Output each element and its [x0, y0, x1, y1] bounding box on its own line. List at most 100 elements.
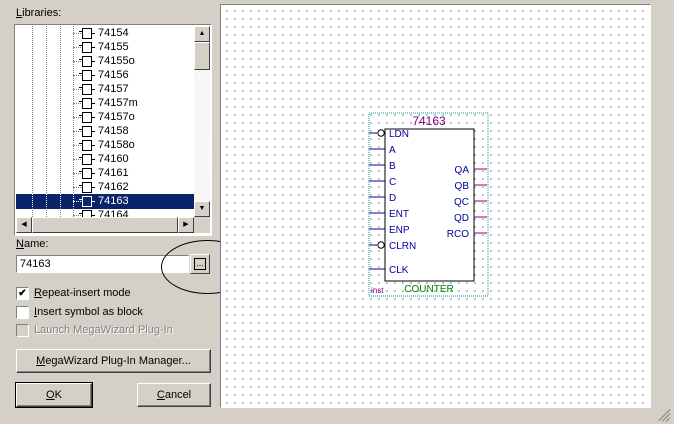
library-item[interactable]: 74160 [16, 152, 194, 167]
tree-guide-line [46, 68, 47, 83]
inversion-bubble [377, 129, 385, 137]
library-item[interactable]: 74161 [16, 166, 194, 181]
library-tree[interactable]: 74154 74155 74155o 74156 74157 74157m 74157o 74… [14, 24, 212, 236]
tree-guide-line [32, 152, 33, 167]
tree-guide-line [32, 166, 33, 181]
tree-branch-line [73, 201, 81, 202]
library-item-label: 74157m [98, 97, 138, 109]
tree-branch-line [73, 75, 81, 76]
symbol-icon [79, 70, 95, 81]
library-item[interactable]: 74164 [16, 208, 194, 217]
scroll-right-arrow-icon[interactable]: ▶ [178, 217, 194, 233]
tree-branch-line [73, 117, 81, 118]
tree-branch-line [73, 215, 81, 216]
library-item[interactable]: 74157m [16, 96, 194, 111]
scrollbar-corner [194, 217, 210, 233]
tree-guide-line [32, 194, 33, 209]
library-item[interactable]: 74163 [16, 194, 194, 209]
resize-grip-icon[interactable] [650, 402, 672, 423]
tree-guide-line [46, 138, 47, 153]
tree-guide-line [32, 180, 33, 195]
counter-label: COUNTER [404, 284, 453, 295]
tree-branch-line [73, 89, 81, 90]
tree-vertical-scrollbar[interactable]: ▲ ▼ [194, 26, 210, 217]
tree-branch-line [73, 131, 81, 132]
input-pin-label: D [389, 193, 396, 204]
tree-guide-line [60, 166, 61, 181]
library-item[interactable]: 74157 [16, 82, 194, 97]
tree-guide-line [46, 82, 47, 97]
tree-guide-line [32, 96, 33, 111]
tree-guide-line [46, 26, 47, 41]
library-item[interactable]: 74156 [16, 68, 194, 83]
symbol-icon [79, 140, 95, 151]
checkmark-icon[interactable]: ✔ [16, 287, 29, 300]
library-item[interactable]: 74157o [16, 110, 194, 125]
inversion-bubble [377, 241, 385, 249]
tree-horizontal-scrollbar[interactable]: ◀ ▶ [16, 217, 194, 233]
checkbox-box[interactable] [16, 306, 29, 319]
library-item-label: 74158o [98, 139, 135, 151]
tree-guide-line [32, 110, 33, 125]
tree-guide-line [46, 110, 47, 125]
megawizard-manager-button[interactable]: MegaWizard Plug-In Manager... [16, 349, 211, 373]
tree-guide-line [46, 124, 47, 139]
symbol-icon [79, 56, 95, 67]
tree-guide-line [32, 68, 33, 83]
library-item-label: 74160 [98, 153, 129, 165]
tree-guide-line [60, 68, 61, 83]
library-item-label: 74164 [98, 209, 129, 217]
output-pin-label: QA [455, 165, 470, 176]
name-label: Name: [16, 238, 49, 250]
tree-guide-line [46, 54, 47, 69]
output-pin-label: QC [454, 197, 469, 208]
library-item-label: 74158 [98, 125, 129, 137]
tree-guide-line [32, 208, 33, 217]
cancel-button[interactable]: Cancel [137, 383, 211, 407]
library-item-label: 74156 [98, 69, 129, 81]
vertical-scroll-thumb[interactable] [194, 42, 210, 70]
library-item-label: 74157o [98, 111, 135, 123]
tree-guide-line [60, 138, 61, 153]
library-item[interactable]: 74154 [16, 26, 194, 41]
tree-branch-line [73, 173, 81, 174]
scroll-down-arrow-icon[interactable]: ▼ [194, 201, 210, 217]
tree-branch-line [73, 103, 81, 104]
library-item[interactable]: 74155o [16, 54, 194, 69]
library-item[interactable]: 74162 [16, 180, 194, 195]
tree-guide-line [60, 194, 61, 209]
tree-branch-line [73, 187, 81, 188]
insert-as-block-label: Insert symbol as block [34, 306, 143, 318]
tree-guide-line [32, 82, 33, 97]
ok-button[interactable]: OK [15, 382, 93, 408]
output-pin-label: QD [454, 213, 469, 224]
output-pin-label: RCO [447, 229, 469, 240]
tree-guide-line [32, 54, 33, 69]
horizontal-scroll-thumb[interactable] [32, 217, 178, 233]
tree-guide-line [60, 26, 61, 41]
tree-guide-line [60, 180, 61, 195]
tree-guide-line [60, 208, 61, 217]
symbol-icon [79, 42, 95, 53]
symbol-icon [79, 112, 95, 123]
tree-branch-line [73, 145, 81, 146]
scroll-left-arrow-icon[interactable]: ◀ [16, 217, 32, 233]
input-pin-label: B [389, 161, 396, 172]
library-item-label: 74157 [98, 83, 129, 95]
tree-guide-line [60, 152, 61, 167]
tree-guide-line [60, 40, 61, 55]
library-item-label: 74162 [98, 181, 129, 193]
output-pin-label: QB [455, 181, 470, 192]
symbol-icon [79, 154, 95, 165]
library-item[interactable]: 74155 [16, 40, 194, 55]
tree-guide-line [60, 96, 61, 111]
library-item[interactable]: 74158o [16, 138, 194, 153]
tree-guide-line [46, 194, 47, 209]
library-item-label: 74161 [98, 167, 129, 179]
library-item-label: 74154 [98, 27, 129, 39]
symbol-icon [79, 126, 95, 137]
tree-branch-line [73, 47, 81, 48]
launch-megawizard-label: Launch MegaWizard Plug-In [34, 324, 173, 336]
library-item[interactable]: 74158 [16, 124, 194, 139]
scroll-up-arrow-icon[interactable]: ▲ [194, 26, 210, 42]
